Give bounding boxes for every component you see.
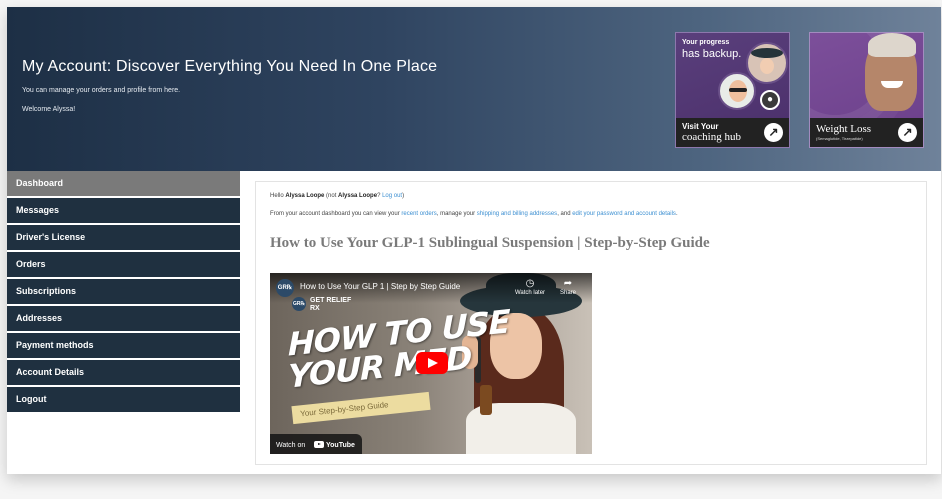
video-title[interactable]: How to Use Your GLP 1 | Step by Step Gui… (300, 282, 460, 291)
addresses-link[interactable]: shipping and billing addresses (477, 211, 557, 217)
coaching-cta-line2: coaching hub (682, 131, 741, 143)
coach-photo-man (718, 72, 756, 110)
sidebar-item-dashboard[interactable]: Dashboard (7, 171, 240, 196)
coaching-tagline-1: Your progress (682, 39, 730, 46)
watch-later-button[interactable]: ◷ Watch later (512, 278, 548, 296)
account-sidebar: Dashboard Messages Driver's License Orde… (7, 171, 240, 414)
dashboard-intro: From your account dashboard you can view… (270, 211, 678, 217)
greeting-prefix: Hello (270, 193, 286, 199)
intro-text-4: . (675, 211, 678, 217)
page-frame: My Account: Discover Everything You Need… (7, 7, 941, 474)
not-user-name: Alyssa Loope (338, 193, 378, 199)
intro-text-3: , and (557, 211, 573, 217)
brand-line2: RX (310, 305, 320, 312)
channel-avatar[interactable]: GR℞ (276, 279, 294, 297)
sidebar-item-drivers-license[interactable]: Driver's License (7, 225, 240, 250)
sidebar-item-logout[interactable]: Logout (7, 387, 240, 412)
youtube-video-embed[interactable]: GR℞ How to Use Your GLP 1 | Step by Step… (270, 273, 592, 454)
youtube-label: YouTube (326, 442, 355, 449)
strip-text: Your Step-by-Step Guide (299, 400, 389, 419)
dashboard-content: Hello Alyssa Loope (not Alyssa Loope? Lo… (255, 181, 927, 465)
user-name: Alyssa Loope (285, 193, 325, 199)
medication-bottle (480, 385, 492, 415)
share-button[interactable]: ➦ Share (554, 278, 582, 296)
arrow-up-right-icon[interactable]: ↗ (764, 123, 783, 142)
podcast-icon: ● (760, 90, 780, 110)
thumbnail-subtitle-strip: Your Step-by-Step Guide (291, 391, 431, 425)
model-smile (881, 81, 903, 88)
watch-later-label: Watch later (514, 290, 546, 296)
intro-text-1: From your account dashboard you can view… (270, 211, 402, 217)
welcome-message: Welcome Alyssa! (22, 106, 76, 113)
weight-loss-promo[interactable]: Weight Loss (Semaglutide, Tirzepatide) ↗ (809, 32, 924, 148)
page-title: My Account: Discover Everything You Need… (22, 58, 438, 75)
sidebar-item-orders[interactable]: Orders (7, 252, 240, 277)
close-paren: ) (402, 193, 405, 199)
video-heading: How to Use Your GLP-1 Sublingual Suspens… (270, 235, 710, 251)
coaching-tagline-2: has backup. (682, 48, 742, 60)
not-prefix: (not (324, 193, 339, 199)
logout-link[interactable]: Log out (382, 193, 402, 199)
intro-text-2: , manage your (436, 211, 477, 217)
account-header: My Account: Discover Everything You Need… (7, 7, 941, 171)
weight-loss-title: Weight Loss (816, 123, 872, 135)
sidebar-item-subscriptions[interactable]: Subscriptions (7, 279, 240, 304)
clock-icon: ◷ (525, 278, 535, 289)
brand-line1: GET RELIEF (310, 297, 352, 304)
arrow-up-right-icon[interactable]: ↗ (898, 123, 917, 142)
page-subtitle: You can manage your orders and profile f… (22, 87, 181, 94)
brand-logo-icon: GR℞ (292, 297, 306, 311)
sidebar-item-messages[interactable]: Messages (7, 198, 240, 223)
coach-photo-woman (746, 42, 788, 84)
share-icon: ➦ (563, 278, 573, 289)
coaching-hub-promo[interactable]: Your progress has backup. ● Visit Your c… (675, 32, 790, 148)
greeting-line: Hello Alyssa Loope (not Alyssa Loope? Lo… (270, 193, 404, 199)
sidebar-item-account-details[interactable]: Account Details (7, 360, 240, 385)
coaching-cta-line1: Visit Your (682, 122, 719, 131)
sidebar-item-addresses[interactable]: Addresses (7, 306, 240, 331)
brand-name: GET RELIEF RX (310, 297, 360, 313)
coaching-cta-bar: Visit Your coaching hub ↗ (676, 118, 789, 147)
recent-orders-link[interactable]: recent orders (401, 211, 436, 217)
sidebar-item-payment-methods[interactable]: Payment methods (7, 333, 240, 358)
weight-loss-cta-bar: Weight Loss (Semaglutide, Tirzepatide) ↗ (810, 118, 923, 147)
play-icon[interactable] (416, 352, 448, 374)
account-details-link[interactable]: edit your password and account details (572, 211, 676, 217)
watch-on-label[interactable]: Watch on (276, 442, 305, 449)
weight-loss-subtitle: (Semaglutide, Tirzepatide) (816, 136, 863, 141)
youtube-logo[interactable]: YouTube (314, 441, 355, 449)
share-label: Share (559, 290, 576, 296)
youtube-icon (314, 441, 324, 448)
model-hair (868, 33, 916, 57)
